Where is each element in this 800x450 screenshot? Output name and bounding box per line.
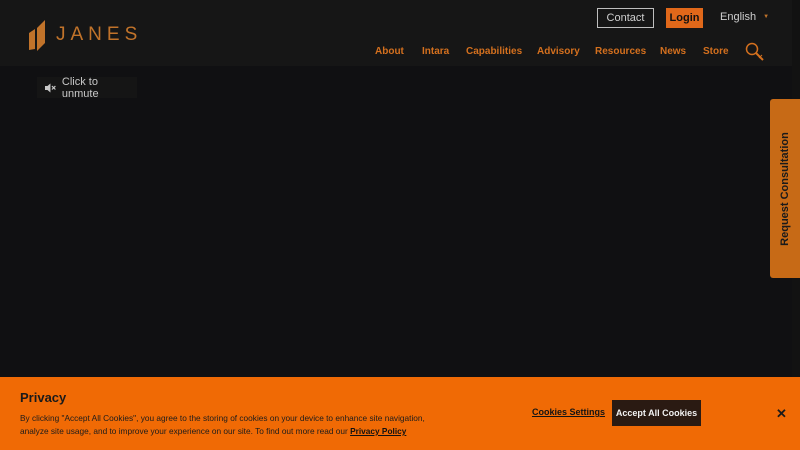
nav-about[interactable]: About [375, 46, 404, 57]
nav-store[interactable]: Store [703, 46, 729, 57]
unmute-button[interactable]: Click to unmute [37, 75, 137, 100]
contact-button[interactable]: Contact [597, 8, 654, 28]
search-icon[interactable] [745, 42, 765, 62]
site-header: JANES Contact Login English ▼ About Inta… [0, 0, 792, 66]
language-label: English [720, 11, 757, 23]
cookie-text: By clicking "Accept All Cookies", you ag… [20, 412, 440, 438]
request-consultation-label: Request Consultation [779, 131, 792, 246]
nav-news[interactable]: News [660, 46, 686, 57]
cookies-settings-button[interactable]: Cookies Settings [532, 407, 605, 417]
request-consultation-tab[interactable]: Request Consultation [770, 99, 800, 278]
privacy-policy-link[interactable]: Privacy Policy [350, 426, 406, 436]
logo-text: JANES [56, 24, 143, 45]
nav-advisory[interactable]: Advisory [537, 46, 580, 57]
unmute-label: Click to unmute [61, 75, 99, 100]
nav-resources[interactable]: Resources [595, 46, 646, 57]
main-nav: About Intara Capabilities Advisory Resou… [0, 46, 792, 60]
caret-down-icon: ▼ [763, 14, 770, 20]
nav-capabilities[interactable]: Capabilities [466, 46, 522, 57]
close-icon[interactable]: ✕ [776, 406, 787, 422]
language-selector[interactable]: English ▼ [720, 11, 769, 23]
cookie-title: Privacy [20, 390, 67, 405]
nav-intara[interactable]: Intara [422, 46, 449, 57]
login-button[interactable]: Login [666, 8, 703, 28]
accept-all-cookies-button[interactable]: Accept All Cookies [612, 400, 701, 426]
speaker-muted-icon [44, 83, 56, 92]
cookie-banner: Privacy By clicking "Accept All Cookies"… [0, 377, 800, 450]
